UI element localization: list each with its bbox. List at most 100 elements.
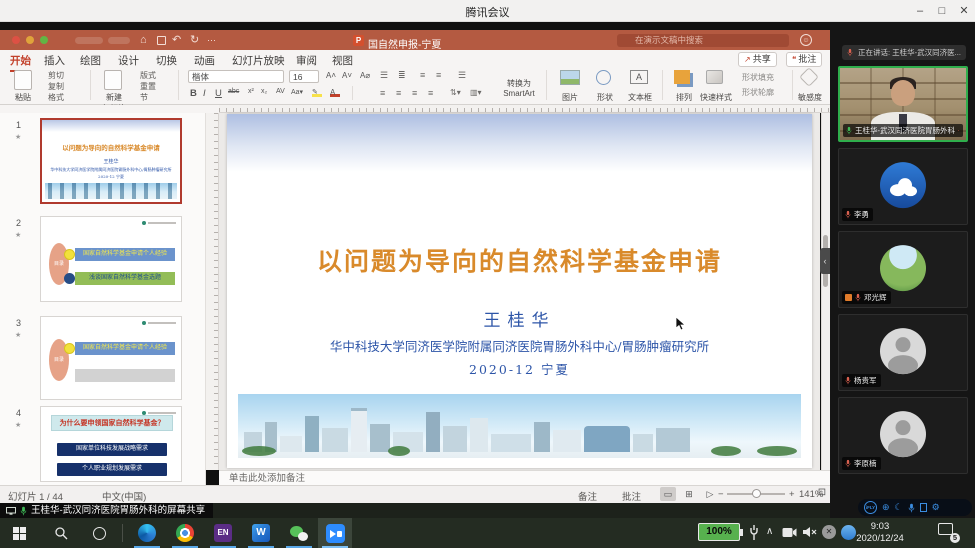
tab-view[interactable]: 视图: [332, 53, 353, 68]
taskbar-meeting[interactable]: [318, 518, 352, 548]
picture-icon[interactable]: [560, 70, 580, 85]
tab-slideshow[interactable]: 幻灯片放映: [232, 53, 285, 68]
taskbar-wechat[interactable]: [282, 518, 316, 548]
maximize-button[interactable]: □: [934, 3, 950, 19]
bold-button[interactable]: B: [190, 88, 197, 99]
participant-video-4[interactable]: 杨贵军: [838, 314, 968, 391]
align-center-icon[interactable]: ≡: [396, 88, 401, 98]
participant-video-1[interactable]: 王桂华-武汉同济医院胃肠外科: [838, 66, 968, 142]
ifly-doc-icon[interactable]: [920, 503, 927, 512]
participant-video-2[interactable]: 李勇: [838, 148, 968, 225]
ifly-settings-icon[interactable]: ⚙: [932, 499, 940, 516]
font-size-combobox[interactable]: 16: [289, 70, 319, 83]
highlight-color-icon[interactable]: ✎: [312, 88, 322, 97]
toolbar-more-icon[interactable]: ⋯: [207, 33, 216, 47]
tab-design[interactable]: 设计: [118, 53, 139, 68]
quick-styles-icon[interactable]: [706, 70, 723, 84]
start-button[interactable]: [2, 518, 36, 548]
align-left-icon[interactable]: ≡: [380, 88, 385, 98]
vertical-scrollbar[interactable]: [821, 113, 830, 470]
pane-collapse-handle[interactable]: ‹: [820, 248, 830, 274]
underline-button[interactable]: U: [215, 88, 222, 99]
section-button[interactable]: 节: [140, 93, 148, 103]
mac-zoom-button[interactable]: [40, 36, 48, 44]
ppt-search-input[interactable]: 在演示文稿中搜索: [617, 34, 789, 47]
bullets-icon[interactable]: ☰: [380, 70, 388, 80]
speaker-muted-icon[interactable]: [803, 526, 817, 538]
normal-view-button[interactable]: ▭: [660, 487, 676, 501]
slide-thumbnail-4[interactable]: 为什么要申领国家自然科学基金？ 国家单位科技发展战略需求 个人职业规划发展需求: [40, 406, 182, 482]
new-slide-icon[interactable]: [104, 70, 122, 90]
power-plug-icon[interactable]: [748, 524, 760, 541]
language-indicator[interactable]: 中文(中国): [102, 489, 146, 503]
home-icon[interactable]: ⌂: [140, 33, 147, 47]
ifly-moon-icon[interactable]: ☾: [895, 499, 903, 516]
shrink-font-icon[interactable]: A˅: [342, 71, 352, 80]
taskbar-clock[interactable]: 9:03 2020/12/24: [845, 521, 915, 545]
subscript-button[interactable]: x₂: [261, 88, 267, 95]
participant-video-5[interactable]: 李原楠: [838, 397, 968, 474]
layout-button[interactable]: 版式: [140, 71, 156, 81]
close-button[interactable]: ✕: [956, 3, 972, 19]
redo-icon[interactable]: ↻: [190, 33, 199, 47]
textbox-icon[interactable]: A: [630, 70, 648, 84]
italic-button[interactable]: I: [203, 88, 206, 99]
shape-fill-button[interactable]: 形状填充: [742, 73, 774, 83]
quick-styles-label[interactable]: 快速样式: [696, 92, 736, 103]
ifly-logo-icon[interactable]: iFLY: [864, 501, 877, 514]
comments-toggle[interactable]: 批注: [622, 489, 641, 503]
indent-increase-icon[interactable]: ≡: [436, 70, 441, 80]
superscript-button[interactable]: x²: [248, 88, 254, 95]
char-spacing-icon[interactable]: AV: [276, 88, 285, 95]
ifly-target-icon[interactable]: ⊕: [882, 499, 890, 516]
change-case-icon[interactable]: Aa▾: [291, 88, 303, 96]
shapes-label[interactable]: 形状: [590, 92, 620, 103]
slide-canvas[interactable]: 以问题为导向的自然科学基金申请 王桂华 华中科技大学同济医学院附属同济医院胃肠外…: [227, 114, 812, 468]
font-name-combobox[interactable]: 楷体: [188, 70, 284, 83]
columns-icon[interactable]: ▥▾: [470, 88, 482, 98]
line-spacing-icon[interactable]: ☰: [458, 70, 466, 80]
align-right-icon[interactable]: ≡: [412, 88, 417, 98]
paste-icon[interactable]: [14, 70, 32, 90]
fit-to-window-button[interactable]: ⊡: [814, 486, 830, 500]
battery-indicator[interactable]: 100%: [698, 523, 740, 541]
taskbar-endnote[interactable]: EN: [206, 518, 240, 548]
taskbar-search-button[interactable]: [44, 518, 78, 548]
tab-review[interactable]: 审阅: [296, 53, 317, 68]
tab-insert[interactable]: 插入: [44, 53, 65, 68]
paste-label[interactable]: 粘贴: [8, 92, 38, 103]
undo-icon[interactable]: ↶: [172, 33, 181, 47]
indent-decrease-icon[interactable]: ≡: [420, 70, 425, 80]
save-icon[interactable]: [157, 36, 166, 45]
autosave-toggle[interactable]: [75, 37, 103, 44]
minimize-button[interactable]: –: [912, 3, 928, 19]
sensitivity-label[interactable]: 敏感度: [794, 92, 826, 103]
justify-icon[interactable]: ≡: [428, 88, 433, 98]
shape-outline-button[interactable]: 形状轮廓: [742, 88, 774, 98]
zoom-out-button[interactable]: −: [718, 489, 724, 500]
taskbar-edge[interactable]: [130, 518, 164, 548]
tray-app-x-icon[interactable]: ✕: [822, 525, 836, 539]
cut-button[interactable]: 剪切: [48, 71, 64, 81]
clear-format-icon[interactable]: A⌀: [360, 71, 370, 80]
zoom-in-button[interactable]: +: [789, 489, 795, 500]
reset-button[interactable]: 重置: [140, 82, 156, 92]
feedback-smiley-icon[interactable]: ☺: [800, 34, 812, 46]
tab-draw[interactable]: 绘图: [80, 53, 101, 68]
zoom-slider-knob[interactable]: [752, 489, 761, 498]
notes-toggle[interactable]: 备注: [578, 489, 597, 503]
slide-thumbnail-2[interactable]: 目录 国家自然科学基金申请个人经验 浅谈国家自然科学基金选题: [40, 216, 182, 302]
notes-placeholder[interactable]: 单击此处添加备注: [219, 470, 830, 485]
comments-button[interactable]: ❝批注: [786, 52, 822, 67]
format-painter-button[interactable]: 格式: [48, 93, 64, 103]
tab-transitions[interactable]: 切换: [156, 53, 177, 68]
tray-chevron-icon[interactable]: ∧: [766, 526, 773, 537]
slideshow-view-button[interactable]: ▷: [702, 487, 718, 501]
arrange-icon[interactable]: [674, 70, 690, 84]
mac-minimize-button[interactable]: [26, 36, 34, 44]
picture-label[interactable]: 图片: [554, 92, 586, 103]
slide-sorter-view-button[interactable]: ⊞: [681, 487, 697, 501]
text-direction-icon[interactable]: ⇅▾: [450, 88, 461, 98]
copy-button[interactable]: 复制: [48, 82, 64, 92]
slide-thumbnail-3[interactable]: 目录 国家自然科学基金申请个人经验: [40, 316, 182, 400]
